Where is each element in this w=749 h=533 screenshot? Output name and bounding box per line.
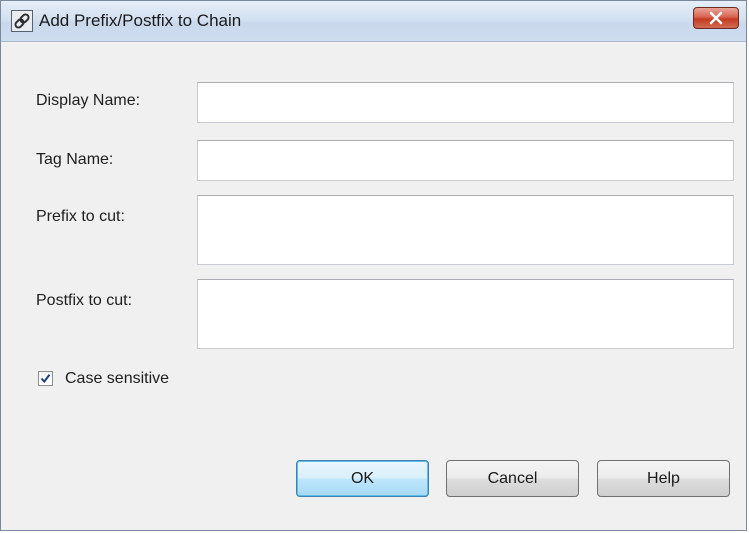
- dialog-window: Add Prefix/Postfix to Chain Display Name…: [0, 0, 747, 531]
- case-sensitive-checkbox[interactable]: [38, 371, 53, 386]
- window-title: Add Prefix/Postfix to Chain: [39, 11, 242, 30]
- postfix-to-cut-label: Postfix to cut:: [36, 292, 133, 309]
- postfix-to-cut-input[interactable]: [197, 279, 734, 349]
- chain-link-icon: [11, 10, 33, 32]
- ok-button[interactable]: OK: [296, 460, 429, 497]
- close-button[interactable]: [693, 7, 739, 29]
- tag-name-input[interactable]: [197, 140, 734, 181]
- case-sensitive-label: Case sensitive: [65, 370, 170, 387]
- display-name-label: Display Name:: [36, 92, 141, 109]
- close-icon: [709, 11, 723, 25]
- title-bar[interactable]: Add Prefix/Postfix to Chain: [1, 1, 746, 42]
- prefix-to-cut-label: Prefix to cut:: [36, 208, 125, 225]
- checkmark-icon: [40, 374, 51, 384]
- cancel-button[interactable]: Cancel: [446, 460, 579, 497]
- prefix-to-cut-input[interactable]: [197, 195, 734, 265]
- display-name-input[interactable]: [197, 82, 734, 123]
- help-button[interactable]: Help: [597, 460, 730, 497]
- tag-name-label: Tag Name:: [36, 151, 114, 168]
